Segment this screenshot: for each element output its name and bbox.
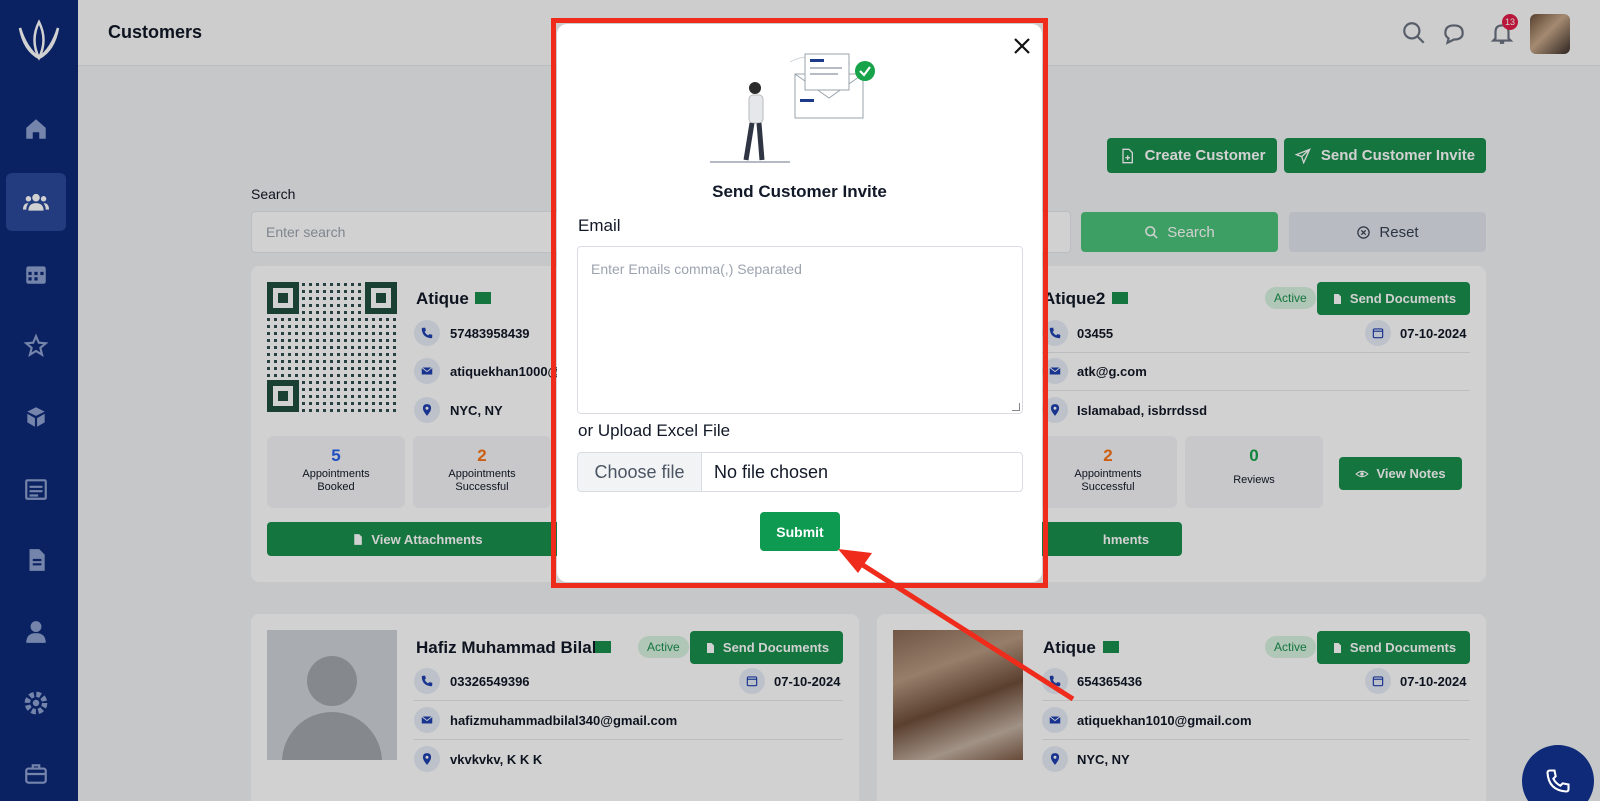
emails-textarea[interactable]: Enter Emails comma(,) Separated: [577, 246, 1023, 414]
excel-file-input[interactable]: Choose file No file chosen: [577, 452, 1023, 492]
modal-title: Send Customer Invite: [712, 182, 887, 201]
submit-button[interactable]: Submit: [760, 512, 840, 551]
invite-illustration: [710, 53, 875, 163]
phone-icon: [1546, 769, 1570, 793]
email-label: Email: [578, 216, 621, 235]
file-status: No file chosen: [714, 461, 829, 482]
close-icon[interactable]: [1010, 34, 1034, 58]
resize-handle[interactable]: [1012, 403, 1020, 411]
upload-label: or Upload Excel File: [578, 421, 731, 440]
choose-file-button[interactable]: Choose file: [578, 453, 702, 491]
